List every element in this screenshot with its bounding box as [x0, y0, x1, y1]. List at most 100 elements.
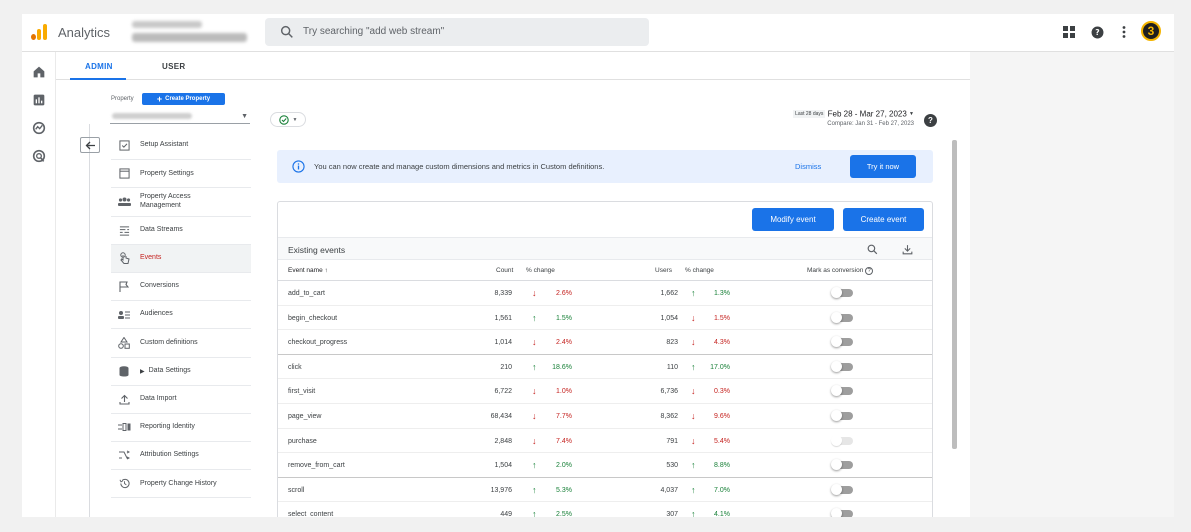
account-avatar[interactable]: 3 [1141, 21, 1161, 41]
search-icon [280, 25, 293, 38]
event-name-cell[interactable]: checkout_progress [288, 339, 347, 346]
event-name-cell[interactable]: first_visit [288, 388, 315, 395]
help-icon[interactable]: ? [1089, 24, 1105, 40]
nav-divider-line [89, 124, 90, 517]
nav-item-conversions[interactable]: Conversions [111, 273, 251, 302]
property-selector[interactable]: ▼ [110, 110, 250, 124]
conversion-toggle[interactable] [831, 336, 853, 348]
event-name-cell[interactable]: scroll [288, 487, 304, 494]
conversion-toggle[interactable] [831, 287, 853, 298]
count-cell: 8,339 [494, 290, 512, 297]
reports-icon[interactable] [31, 92, 47, 108]
tab-user[interactable]: USER [162, 62, 185, 71]
nav-item-property-change-history[interactable]: Property Change History [111, 470, 251, 499]
analytics-logo-icon[interactable] [31, 24, 47, 40]
upload-icon [117, 392, 131, 406]
col-users[interactable]: Users [655, 267, 672, 274]
col-count-change[interactable]: % change [526, 267, 555, 274]
app-name: Analytics [58, 25, 111, 40]
col-count[interactable]: Count [496, 267, 513, 274]
download-icon[interactable] [901, 243, 914, 256]
nav-item-events[interactable]: Events [111, 244, 251, 273]
col-mark-as-conversion[interactable]: Mark as conversion ? [807, 267, 874, 275]
nav-item-custom-definitions[interactable]: Custom definitions [111, 329, 251, 358]
nav-item-setup-assistant[interactable]: Setup Assistant [111, 132, 251, 161]
conversion-toggle[interactable] [831, 360, 853, 372]
nav-item-label: Audiences [140, 310, 173, 318]
checklist-icon [117, 139, 131, 153]
expand-arrow-icon[interactable]: ▶ [140, 368, 145, 375]
users-cell: 823 [666, 339, 678, 347]
nav-item-property-settings[interactable]: Property Settings [111, 160, 251, 189]
nav-item-data-settings[interactable]: ▶ Data Settings [111, 358, 251, 386]
collapse-back-button[interactable] [80, 137, 100, 153]
conversion-toggle[interactable] [831, 508, 853, 517]
search-bar[interactable]: Try searching "add web stream" [265, 18, 649, 46]
count-change-cell: 7.4% [556, 437, 572, 445]
event-name-cell[interactable]: purchase [288, 438, 317, 445]
event-name-cell[interactable]: remove_from_cart [288, 462, 345, 469]
create-event-button[interactable]: Create event [843, 208, 924, 231]
nav-item-reporting-identity[interactable]: Reporting Identity [111, 414, 251, 443]
table-row[interactable]: purchase 2,848 ↓ 7.4% 791 ↓ 5.4% [278, 429, 932, 454]
conversion-toggle[interactable] [831, 385, 853, 397]
conversion-toggle[interactable] [831, 311, 853, 323]
advertising-icon[interactable] [31, 148, 47, 164]
count-cell: 1,561 [494, 314, 512, 322]
explore-icon[interactable] [31, 120, 47, 136]
nav-item-data-import[interactable]: Data Import [111, 386, 251, 414]
table-row[interactable]: scroll 13,976 ↑ 5.3% 4,037 ↑ 7.0% [278, 478, 932, 503]
users-cell: 791 [666, 437, 678, 445]
col-event-name[interactable]: Event name ↑ [288, 267, 328, 274]
event-name-cell[interactable]: select_content [288, 511, 333, 517]
event-name-cell[interactable]: page_view [288, 413, 321, 420]
count-change-cell: 2.4% [556, 339, 572, 347]
try-it-now-button[interactable]: Try it now [850, 155, 916, 178]
nav-item-data-streams[interactable]: Data Streams [111, 217, 251, 245]
dismiss-button[interactable]: Dismiss [795, 162, 821, 171]
table-search-icon[interactable] [866, 243, 879, 256]
conversion-toggle[interactable] [831, 409, 853, 421]
date-range-picker[interactable]: Last 28 days Feb 28 - Mar 27, 2023 ▼ Com… [702, 109, 914, 127]
table-row[interactable]: page_view 68,434 ↓ 7.7% 8,362 ↓ 9.6% [278, 404, 932, 429]
more-vert-icon[interactable] [1116, 24, 1132, 40]
event-name-cell[interactable]: click [288, 364, 302, 371]
account-switcher[interactable] [132, 19, 257, 45]
users-change-cell: 7.0% [714, 486, 730, 494]
count-cell: 68,434 [490, 412, 512, 420]
modify-event-button[interactable]: Modify event [752, 208, 834, 231]
table-row[interactable]: begin_checkout 1,561 ↑ 1.5% 1,054 ↓ 1.5% [278, 306, 932, 331]
table-row[interactable]: click 210 ↑ 18.6% 110 ↑ 17.0% [278, 355, 932, 380]
help-circle-icon[interactable]: ? [924, 114, 937, 127]
nav-item-attribution-settings[interactable]: Attribution Settings [111, 442, 251, 471]
property-label: Property [111, 96, 134, 102]
nav-item-audiences[interactable]: Audiences [111, 301, 251, 330]
create-property-button[interactable]: + Create Property [142, 93, 225, 105]
audience-icon [117, 308, 131, 322]
users-change-cell: 4.3% [714, 339, 730, 347]
home-icon[interactable] [31, 64, 47, 80]
tab-admin[interactable]: ADMIN [85, 62, 113, 71]
content-scrollbar[interactable] [952, 140, 957, 449]
table-row[interactable]: checkout_progress 1,014 ↓ 2.4% 823 ↓ 4.3% [278, 330, 932, 355]
comparison-filter-chip[interactable]: ▼ [270, 112, 306, 127]
conversion-toggle[interactable] [831, 459, 853, 471]
count-cell: 1,504 [494, 462, 512, 470]
conversion-toggle[interactable] [831, 483, 853, 495]
table-row[interactable]: add_to_cart 8,339 ↓ 2.6% 1,662 ↑ 1.3% [278, 281, 932, 306]
trend-down-icon: ↓ [532, 410, 537, 421]
col-users-change[interactable]: % change [685, 267, 714, 274]
event-name-cell[interactable]: add_to_cart [288, 290, 325, 297]
trend-down-icon: ↓ [532, 435, 537, 446]
nav-item-property-access-management[interactable]: Property Access Management [111, 188, 251, 217]
people-icon [117, 195, 131, 209]
apps-grid-icon[interactable] [1061, 24, 1077, 40]
event-name-cell[interactable]: begin_checkout [288, 315, 337, 322]
table-row[interactable]: first_visit 6,722 ↓ 1.0% 6,736 ↓ 0.3% [278, 379, 932, 404]
admin-user-tabs: ADMIN USER [56, 52, 970, 80]
nav-item-label: Property Change History [140, 479, 217, 487]
table-row[interactable]: remove_from_cart 1,504 ↑ 2.0% 530 ↑ 8.8% [278, 453, 932, 478]
create-property-label: Create Property [165, 96, 211, 102]
table-row[interactable]: select_content 449 ↑ 2.5% 307 ↑ 4.1% [278, 502, 932, 517]
users-change-cell: 8.8% [714, 462, 730, 470]
